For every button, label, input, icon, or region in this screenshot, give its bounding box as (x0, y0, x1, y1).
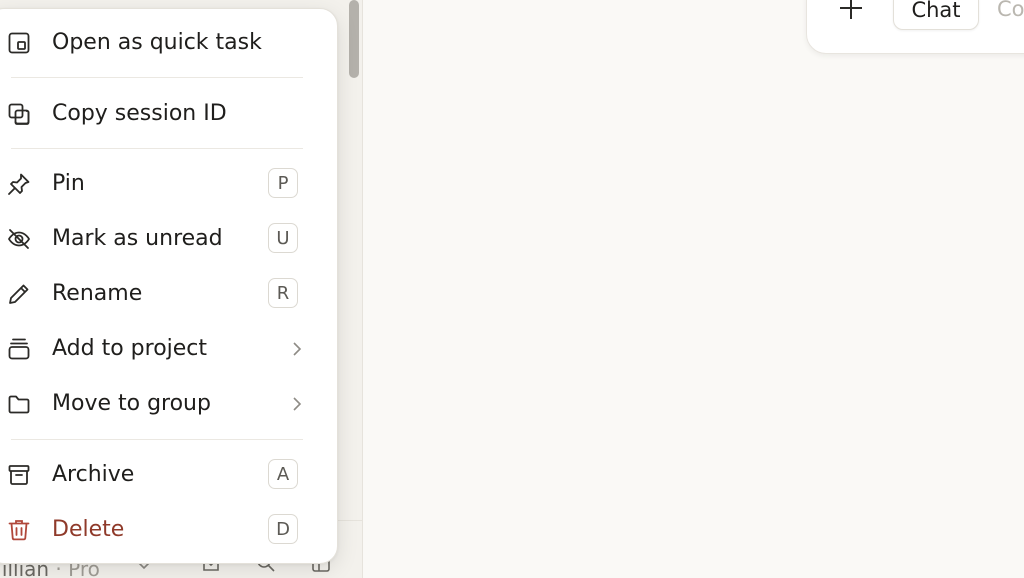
quick-task-icon (6, 30, 32, 56)
archive-icon (6, 462, 32, 488)
menu-item-open-quick-task[interactable]: Open as quick task (1, 19, 337, 67)
menu-divider (11, 439, 303, 440)
menu-divider (11, 77, 303, 78)
menu-item-label: Archive (52, 462, 135, 487)
menu-item-pin[interactable]: Pin P (1, 160, 337, 208)
menu-item-move-to-group[interactable]: Move to group (1, 380, 337, 428)
context-menu: Open as quick task Copy session ID Pin P… (0, 8, 338, 564)
copy-icon (6, 101, 32, 127)
menu-divider (11, 148, 303, 149)
shortcut-key: P (268, 168, 298, 198)
shortcut-key: R (268, 278, 298, 308)
shortcut-key: A (268, 459, 298, 489)
shortcut-key: D (268, 514, 298, 544)
menu-item-label: Delete (52, 517, 125, 542)
eye-off-icon (6, 226, 32, 252)
menu-item-label: Pin (52, 171, 85, 196)
tab-chat[interactable]: Chat (893, 0, 979, 30)
menu-item-archive[interactable]: Archive A (1, 451, 337, 499)
menu-item-label: Rename (52, 281, 143, 306)
trash-icon (6, 517, 32, 543)
menu-item-rename[interactable]: Rename R (1, 270, 337, 318)
shortcut-key: U (268, 223, 298, 253)
menu-item-delete[interactable]: Delete D (1, 506, 337, 554)
menu-item-label: Add to project (52, 336, 208, 361)
menu-item-label: Move to group (52, 391, 211, 416)
menu-item-mark-unread[interactable]: Mark as unread U (1, 215, 337, 263)
pencil-icon (6, 281, 32, 307)
app-window: Jillian · Pro Chat Co Open as quick task… (0, 0, 1024, 578)
pin-icon (6, 171, 32, 197)
chevron-right-icon (287, 394, 307, 414)
menu-item-copy-session-id[interactable]: Copy session ID (1, 90, 337, 138)
chevron-right-icon (287, 339, 307, 359)
folder-icon (6, 391, 32, 417)
sidebar-scrollbar[interactable] (349, 0, 359, 78)
menu-item-label: Mark as unread (52, 226, 223, 251)
main-content (363, 0, 1024, 578)
menu-item-add-to-project[interactable]: Add to project (1, 325, 337, 373)
plus-icon[interactable] (836, 0, 866, 23)
tab-code[interactable]: Co (997, 0, 1024, 28)
project-stack-icon (6, 336, 32, 362)
menu-item-label: Open as quick task (52, 30, 262, 55)
menu-item-label: Copy session ID (52, 101, 227, 126)
